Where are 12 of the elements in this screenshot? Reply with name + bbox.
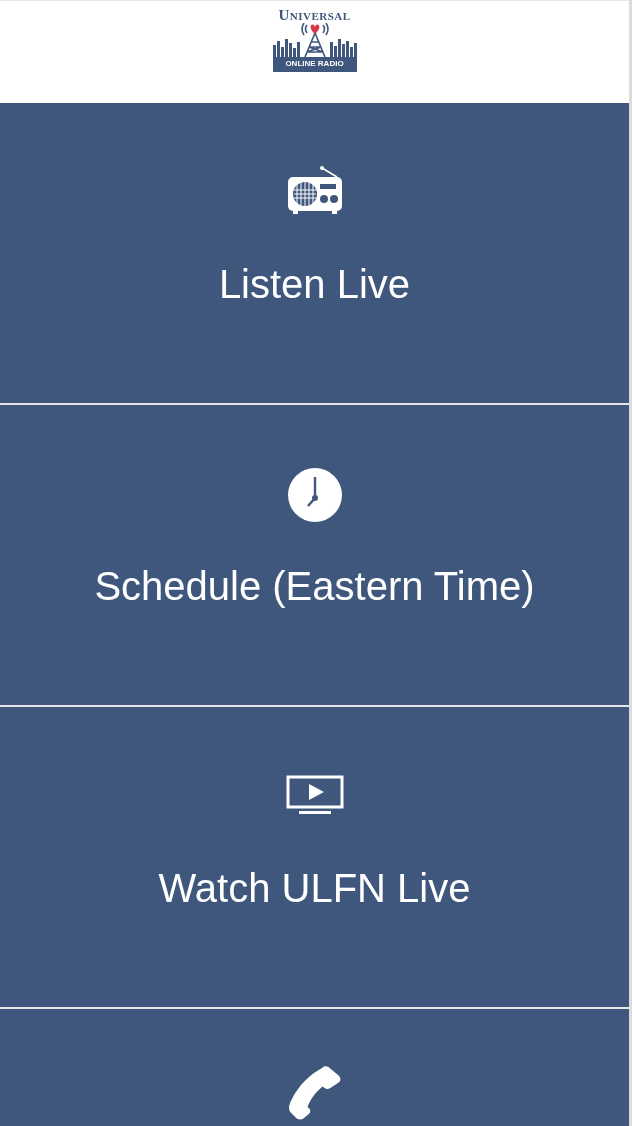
tile-label: Schedule (Eastern Time) <box>94 563 535 609</box>
radio-icon <box>286 165 343 215</box>
logo-subtitle: ONLINE RADIO <box>272 57 357 72</box>
menu-tile[interactable]: Listen Live <box>0 103 629 405</box>
play-screen-icon <box>285 775 344 815</box>
tile-label: Listen Live <box>218 261 411 307</box>
phone-icon <box>286 1065 343 1121</box>
tile-label: Watch ULFN Live <box>158 865 471 911</box>
menu-tile[interactable]: Schedule (Eastern Time) <box>0 405 629 707</box>
clock-icon <box>286 467 343 523</box>
logo-title: UNIVERSAL <box>278 9 351 23</box>
menu-tile[interactable]: Watch ULFN Live <box>0 707 629 1009</box>
